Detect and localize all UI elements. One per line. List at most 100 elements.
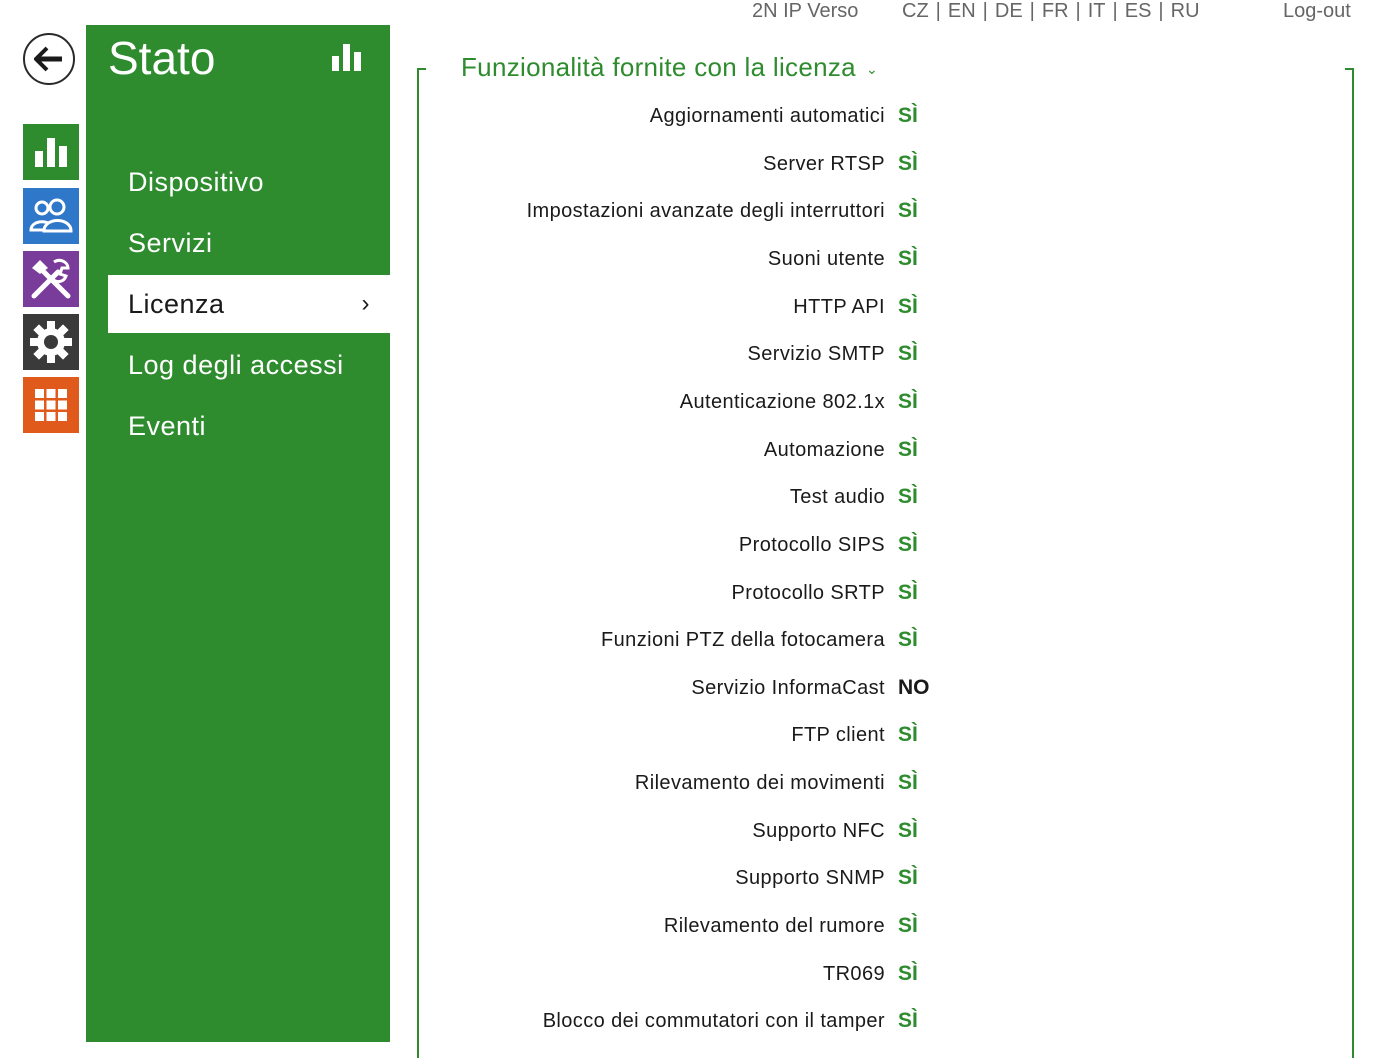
feature-label: Servizio SMTP xyxy=(747,343,885,365)
rail-users-button[interactable] xyxy=(23,188,79,244)
feature-row: Rilevamento dei movimenti SÌ xyxy=(430,771,990,802)
panel-border-corner xyxy=(1345,68,1354,70)
feature-row: Impostazioni avanzate degli interruttori… xyxy=(430,199,990,230)
feature-value: SÌ xyxy=(898,247,918,270)
feature-row: Protocollo SRTP SÌ xyxy=(430,581,990,612)
feature-label: Autenticazione 802.1x xyxy=(679,391,885,413)
feature-value: SÌ xyxy=(898,581,918,604)
feature-row: Servizio InformaCast NO xyxy=(430,676,990,707)
feature-label: Rilevamento del rumore xyxy=(663,915,885,937)
feature-row: FTP client SÌ xyxy=(430,723,990,754)
chevron-down-icon: ⌄ xyxy=(865,61,878,77)
menu-item-log-accessi[interactable]: Log degli accessi xyxy=(108,336,390,394)
menu-item-label: Dispositivo xyxy=(128,166,265,197)
feature-row: Server RTSP SÌ xyxy=(430,152,990,183)
feature-row: Automazione SÌ xyxy=(430,438,990,469)
feature-row: Autenticazione 802.1x SÌ xyxy=(430,390,990,421)
lang-fr[interactable]: FR xyxy=(1042,0,1069,23)
feature-row: Suoni utente SÌ xyxy=(430,247,990,278)
menu-item-dispositivo[interactable]: Dispositivo xyxy=(108,153,390,211)
feature-row: Blocco dei commutatori con il tamper SÌ xyxy=(430,1009,990,1040)
users-icon xyxy=(29,198,73,233)
feature-label: Protocollo SIPS xyxy=(738,534,885,556)
feature-row: Test audio SÌ xyxy=(430,485,990,516)
feature-label: Protocollo SRTP xyxy=(731,582,885,604)
feature-value: SÌ xyxy=(898,342,918,365)
feature-value: SÌ xyxy=(898,771,918,794)
feature-label: HTTP API xyxy=(793,296,885,318)
menu-title: Stato xyxy=(108,32,216,84)
language-selector: CZ | EN | DE | FR | IT | ES | RU xyxy=(902,0,1200,23)
feature-label: Supporto SNMP xyxy=(735,867,885,889)
menu-item-eventi[interactable]: Eventi xyxy=(108,397,390,455)
lang-separator: | xyxy=(982,0,988,22)
panel-border-left xyxy=(417,68,419,1058)
feature-label: Funzioni PTZ della fotocamera xyxy=(601,629,885,651)
feature-value: SÌ xyxy=(898,914,918,937)
menu-item-licenza[interactable]: Licenza › xyxy=(108,275,390,333)
device-name: 2N IP Verso xyxy=(752,0,859,22)
feature-row: Supporto NFC SÌ xyxy=(430,819,990,850)
feature-row: Protocollo SIPS SÌ xyxy=(430,533,990,564)
lang-it[interactable]: IT xyxy=(1088,0,1106,23)
section-header-toggle[interactable]: Funzionalità fornite con la licenza ⌄ xyxy=(461,52,878,83)
panel-border-right xyxy=(1352,68,1354,1058)
feature-value: SÌ xyxy=(898,104,918,127)
page: 2N IP Verso CZ | EN | DE | FR | IT | ES … xyxy=(0,0,1400,1058)
tools-icon xyxy=(31,258,71,299)
feature-value: SÌ xyxy=(898,1009,918,1032)
back-arrow-icon xyxy=(34,46,62,72)
rail-status-button[interactable] xyxy=(23,124,79,180)
lang-es[interactable]: ES xyxy=(1125,0,1152,23)
feature-value: SÌ xyxy=(898,390,918,413)
lang-separator: | xyxy=(1158,0,1164,22)
rail-tools-button[interactable] xyxy=(23,251,79,307)
feature-row: Aggiornamenti automatici SÌ xyxy=(430,104,990,135)
lang-en[interactable]: EN xyxy=(948,0,976,23)
feature-value: SÌ xyxy=(898,723,918,746)
menu-item-label: Servizi xyxy=(128,227,213,258)
menu-item-servizi[interactable]: Servizi xyxy=(108,214,390,272)
lang-separator: | xyxy=(935,0,941,22)
feature-label: Impostazioni avanzate degli interruttori xyxy=(526,200,885,222)
feature-row: HTTP API SÌ xyxy=(430,295,990,326)
lang-separator: | xyxy=(1075,0,1081,22)
lang-separator: | xyxy=(1029,0,1035,22)
logout-link[interactable]: Log-out xyxy=(1283,0,1351,23)
feature-value: SÌ xyxy=(898,438,918,461)
feature-label: Server RTSP xyxy=(763,153,885,175)
back-button[interactable] xyxy=(23,33,75,85)
feature-label: Blocco dei commutatori con il tamper xyxy=(542,1010,885,1032)
bar-chart-icon xyxy=(35,138,67,167)
feature-value: SÌ xyxy=(898,152,918,175)
feature-value: SÌ xyxy=(898,819,918,842)
feature-label: Rilevamento dei movimenti xyxy=(634,772,885,794)
top-bar: 2N IP Verso CZ | EN | DE | FR | IT | ES … xyxy=(0,0,1400,26)
feature-label: Suoni utente xyxy=(767,248,885,270)
feature-value: SÌ xyxy=(898,628,918,651)
menu-item-label: Log degli accessi xyxy=(128,349,344,380)
lang-de[interactable]: DE xyxy=(995,0,1023,23)
feature-row: Servizio SMTP SÌ xyxy=(430,342,990,373)
bar-chart-icon xyxy=(332,42,362,77)
chevron-right-icon: › xyxy=(361,290,370,317)
rail-apps-button[interactable] xyxy=(23,377,79,433)
section-title: Funzionalità fornite con la licenza xyxy=(461,52,856,82)
feature-label: Automazione xyxy=(763,439,885,461)
feature-value: SÌ xyxy=(898,199,918,222)
feature-row: Supporto SNMP SÌ xyxy=(430,866,990,897)
rail-settings-button[interactable] xyxy=(23,314,79,370)
menu-item-label: Licenza xyxy=(128,288,225,319)
menu-item-label: Eventi xyxy=(128,410,207,441)
lang-ru[interactable]: RU xyxy=(1171,0,1200,23)
feature-label: FTP client xyxy=(791,724,885,746)
section-menu: Stato Dispositivo Servizi Licenza › Log … xyxy=(86,25,390,1042)
gear-icon xyxy=(30,321,72,363)
feature-label: Aggiornamenti automatici xyxy=(649,105,885,127)
lang-separator: | xyxy=(1112,0,1118,22)
feature-label: Servizio InformaCast xyxy=(691,677,885,699)
lang-cz[interactable]: CZ xyxy=(902,0,929,23)
feature-value: SÌ xyxy=(898,962,918,985)
feature-label: TR069 xyxy=(822,963,885,985)
feature-value: NO xyxy=(898,676,930,699)
